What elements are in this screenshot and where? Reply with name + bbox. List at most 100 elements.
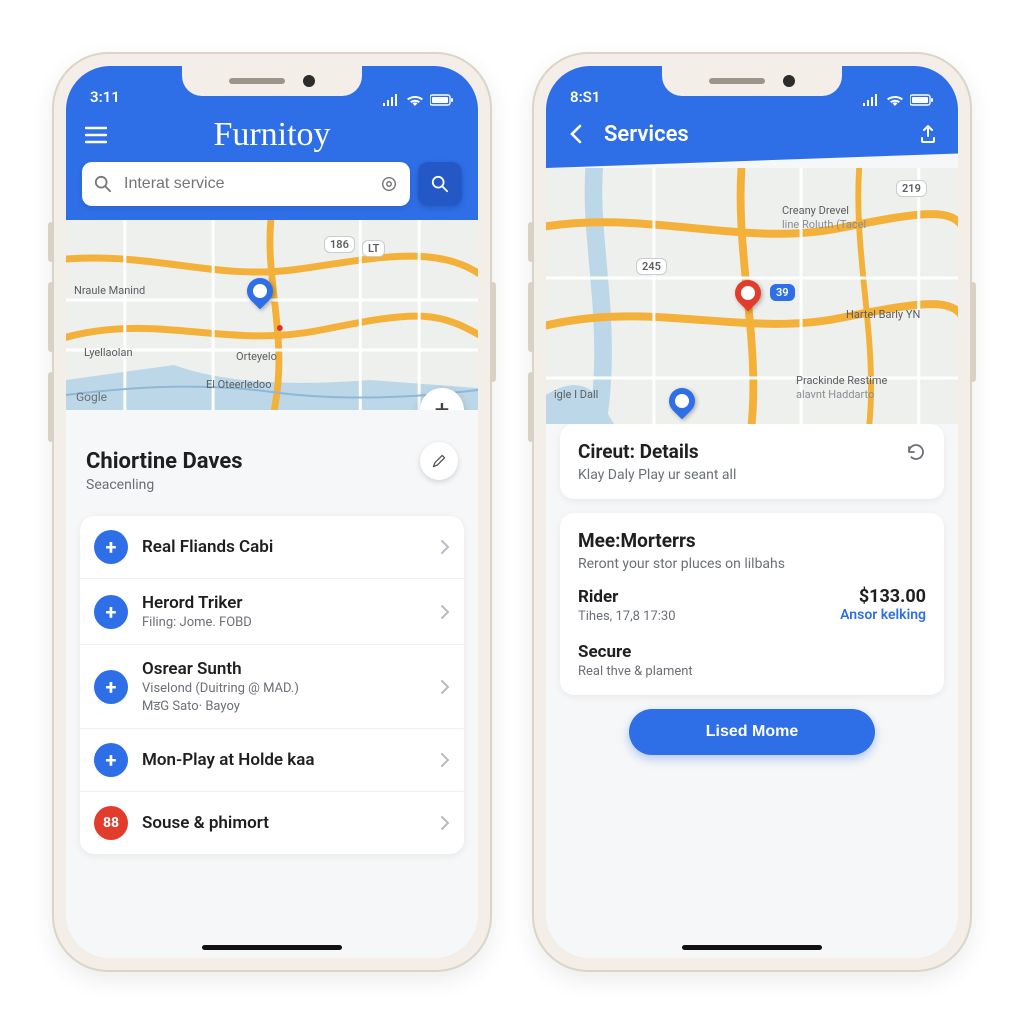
results-list: + Real Fliands Cabi + Herord Triker Filin…: [80, 516, 464, 854]
map-badge: 39: [770, 284, 795, 301]
side-button: [490, 282, 496, 382]
chevron-right-icon: [440, 679, 450, 695]
list-item-title: Mon-Play at Holde kaa: [142, 750, 426, 770]
badge-count: 88: [94, 806, 128, 840]
map-canvas: [66, 220, 478, 410]
map-label: Lyellaolan: [84, 346, 133, 359]
map-badge: 219: [896, 180, 927, 197]
plus-icon: +: [94, 530, 128, 564]
map-label: El Oteerledoo: [206, 378, 271, 391]
search-field[interactable]: [82, 162, 410, 206]
details-sheet: Cireut: Details Klay Daly Play ur seant …: [546, 424, 958, 958]
phone-right: 8:S1 Services: [532, 52, 972, 972]
signal-icon: [382, 94, 400, 106]
list-item-title: Souse & phimort: [142, 813, 426, 833]
secure-meta: Real thve & plament: [578, 664, 926, 679]
price-link[interactable]: Ansor kelking: [840, 607, 926, 623]
map-badge: 245: [636, 258, 667, 275]
status-time: 8:S1: [570, 88, 600, 106]
list-item-title: Osrear Sunth: [142, 659, 426, 679]
card-title: Mee:Morterrs: [578, 529, 696, 552]
upload-button[interactable]: [912, 118, 944, 150]
notch: [662, 66, 842, 96]
card-subtitle: Reront your stor pluces on lilbahs: [578, 556, 926, 572]
price-meta: Tihes, 17,8 17:30: [578, 609, 676, 624]
list-item[interactable]: + Herord Triker Filing: Jome. FOBD: [80, 579, 464, 645]
home-indicator: [682, 945, 822, 950]
map-attribution: Gogle: [76, 390, 107, 404]
phone-left: 3:11 Furnitoy: [52, 52, 492, 972]
side-button: [528, 282, 534, 352]
pencil-icon: [431, 453, 447, 469]
header-title: Services: [604, 122, 900, 147]
side-button: [48, 282, 54, 352]
side-button: [528, 222, 534, 262]
search-icon: [431, 175, 449, 193]
map-badge: 186: [324, 236, 355, 253]
map-view[interactable]: Nraule Manind Lyellaolan Orteyelo El Ote…: [66, 220, 478, 410]
plus-icon: +: [94, 743, 128, 777]
plus-icon: +: [94, 670, 128, 704]
list-item-title: Real Fliands Cabi: [142, 537, 426, 557]
details-card: Cireut: Details Klay Daly Play ur seant …: [560, 424, 944, 499]
list-item[interactable]: + Mon-Play at Holde kaa: [80, 729, 464, 792]
side-button: [48, 222, 54, 262]
card-title: Cireut: Details: [578, 440, 699, 463]
secure-label: Secure: [578, 642, 926, 662]
list-item[interactable]: 88 Souse & phimort: [80, 792, 464, 854]
side-button: [970, 282, 976, 382]
primary-cta[interactable]: Lised Mome: [629, 709, 875, 755]
map-badge: LT: [362, 240, 385, 257]
wifi-icon: [886, 94, 904, 106]
status-icons: [382, 94, 454, 106]
section-title: Chiortine Daves: [86, 449, 410, 474]
battery-icon: [910, 94, 934, 106]
status-time: 3:11: [90, 88, 120, 106]
card-subtitle: Klay Daly Play ur seant all: [578, 467, 926, 483]
chevron-right-icon: [440, 815, 450, 831]
app-header: Furnitoy: [66, 110, 478, 220]
map-label: Hartel Barly YN: [846, 308, 920, 321]
map-pin[interactable]: [735, 280, 761, 306]
target-icon[interactable]: [380, 175, 398, 193]
search-input[interactable]: [122, 174, 370, 194]
map-label: alavnt Haddarto: [796, 388, 874, 401]
map-pin[interactable]: [669, 388, 695, 414]
search-button[interactable]: [418, 162, 462, 206]
map-label: Orteyelo: [236, 350, 277, 363]
results-sheet: Chiortine Daves Seacenling + Real Fliand…: [66, 410, 478, 958]
search-icon: [94, 175, 112, 193]
price-value: $133.00: [840, 586, 926, 607]
list-item[interactable]: + Osrear SunthViselond (Duitring @ MAD.)…: [80, 645, 464, 729]
map-label: Prackinde Restime: [796, 374, 887, 387]
menu-icon: [85, 126, 107, 144]
map-pin[interactable]: [247, 278, 273, 304]
map-label: line Roluth (Tacel: [782, 218, 866, 231]
chevron-right-icon: [440, 752, 450, 768]
brand-title: Furnitoy: [124, 118, 420, 152]
edit-button[interactable]: [420, 442, 458, 480]
map-label: Nraule Manind: [74, 284, 145, 297]
list-item-title: Herord Triker: [142, 593, 426, 613]
chevron-right-icon: [440, 539, 450, 555]
list-item-subtitle: Viselond (Duitring @ MAD.) MडG Sato· Bay…: [142, 681, 426, 714]
battery-icon: [430, 94, 454, 106]
map-label: igle I Dall: [554, 388, 598, 401]
app-header: Services: [546, 110, 958, 168]
chevron-right-icon: [440, 604, 450, 620]
map-view[interactable]: Creany Drevel line Roluth (Tacel Hartel …: [546, 168, 958, 468]
side-button: [528, 372, 534, 442]
back-button[interactable]: [560, 118, 592, 150]
wifi-icon: [406, 94, 424, 106]
pricing-card: Mee:Morterrs Reront your stor pluces on …: [560, 513, 944, 695]
notch: [182, 66, 362, 96]
price-label: Rider: [578, 587, 676, 607]
menu-button[interactable]: [80, 119, 112, 151]
plus-icon: +: [94, 595, 128, 629]
refresh-icon[interactable]: [906, 442, 926, 462]
section-subtitle: Seacenling: [86, 477, 154, 493]
signal-icon: [862, 94, 880, 106]
list-item[interactable]: + Real Fliands Cabi: [80, 516, 464, 579]
chevron-left-icon: [569, 124, 583, 144]
list-item-subtitle: Filing: Jome. FOBD: [142, 615, 426, 630]
